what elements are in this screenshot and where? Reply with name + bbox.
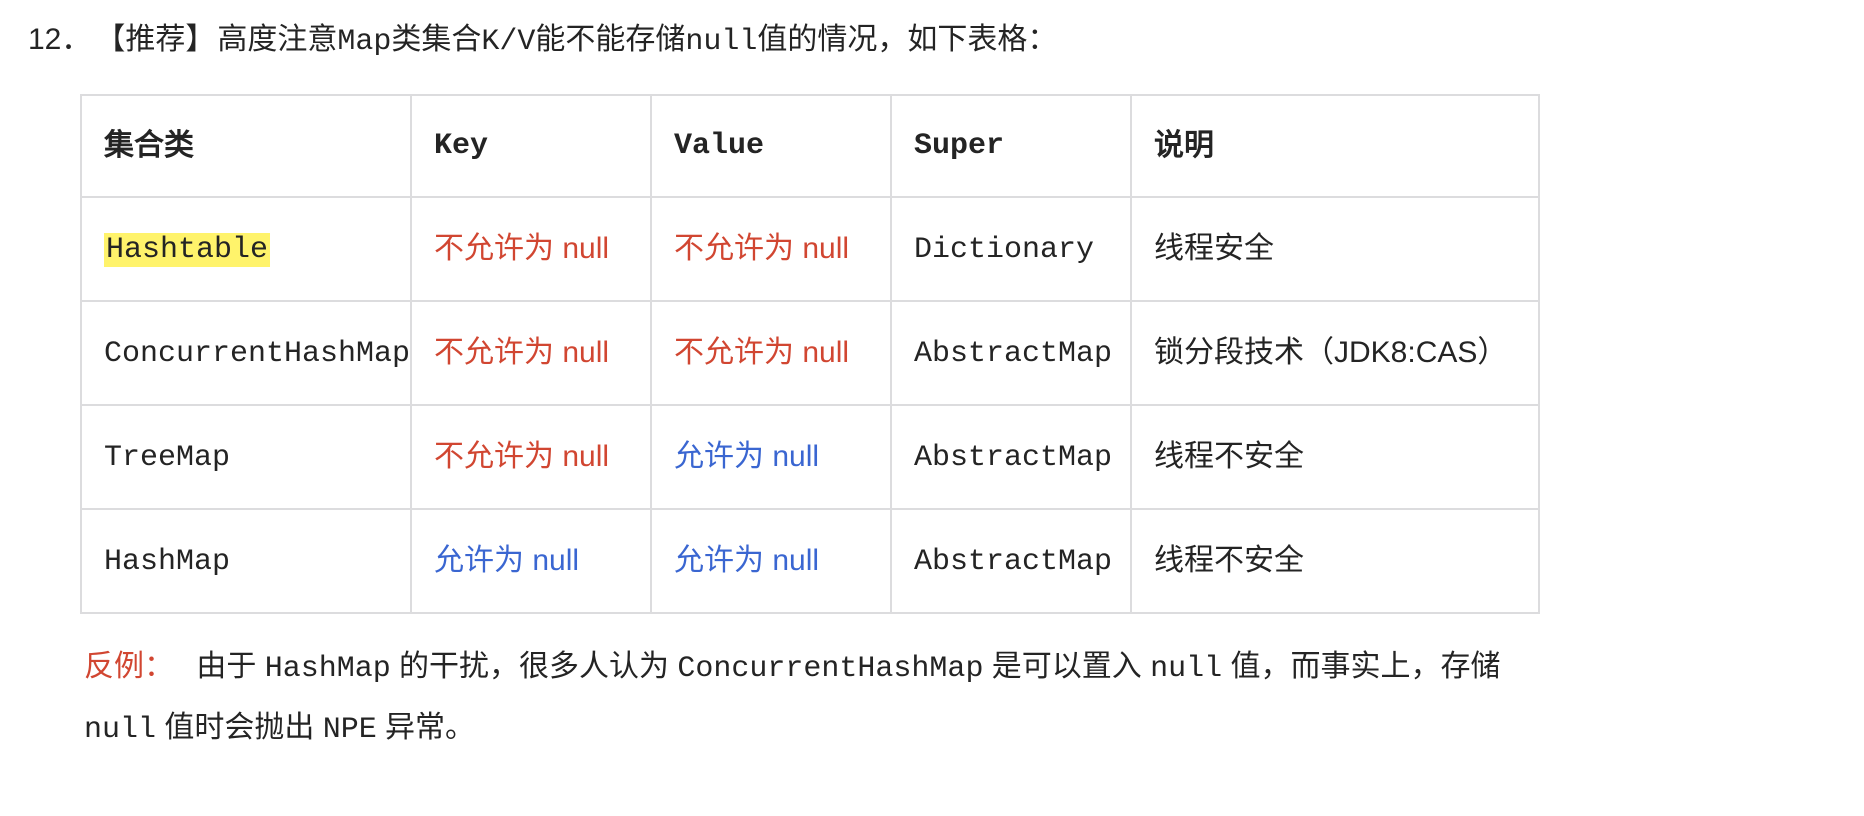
- map-null-table: 集合类 Key Value Super 说明 Hashtable 不允许为 nul…: [80, 94, 1540, 614]
- rule-tag: 【推荐】: [95, 16, 215, 64]
- table-row: Hashtable 不允许为 null 不允许为 null Dictionary 线程安…: [81, 197, 1539, 301]
- table-row: ConcurrentHashMap 不允许为 null 不允许为 null Abstr…: [81, 301, 1539, 405]
- cell-class-value: ConcurrentHashMap: [104, 337, 410, 371]
- cell-class-value: TreeMap: [104, 441, 230, 475]
- footnote-word-null: null: [1150, 652, 1222, 686]
- cell-key-value: 不允许为 null: [434, 336, 609, 369]
- cell-class-value: Hashtable: [104, 233, 270, 267]
- footnote-word-null: null: [84, 713, 156, 747]
- cell-key: 不允许为 null: [411, 197, 651, 301]
- footnote-text: 由于: [196, 650, 264, 683]
- rule-heading: 12． 【推荐】 高度注意 Map 类集合 K/V 能不能存储 null 值的情…: [28, 16, 1840, 66]
- table-row: TreeMap 不允许为 null 允许为 null AbstractMap 线程不安全: [81, 405, 1539, 509]
- col-header-value: Value: [651, 95, 891, 197]
- cell-key: 不允许为 null: [411, 405, 651, 509]
- footnote-word-chm: ConcurrentHashMap: [677, 652, 983, 686]
- footnote-text: 值时会抛出: [156, 711, 323, 744]
- cell-value-value: 不允许为 null: [674, 232, 849, 265]
- cell-super-value: Dictionary: [914, 233, 1094, 267]
- heading-text: 能不能存储: [535, 16, 685, 64]
- col-header-note: 说明: [1131, 95, 1539, 197]
- heading-word-map: Map: [337, 18, 391, 66]
- cell-super-value: AbstractMap: [914, 441, 1112, 475]
- footnote-text: 的干扰，很多人认为: [391, 650, 678, 683]
- cell-class: HashMap: [81, 509, 411, 613]
- footnote-word-npe: NPE: [323, 713, 377, 747]
- cell-note-value: 锁分段技术（JDK8:CAS）: [1154, 336, 1507, 369]
- footnote-lead: 反例：: [84, 650, 174, 683]
- table-header-row: 集合类 Key Value Super 说明: [81, 95, 1539, 197]
- counter-example-note: 反例： 由于 HashMap 的干扰，很多人认为 ConcurrentHashM…: [84, 638, 1514, 759]
- cell-note-value: 线程安全: [1154, 232, 1274, 265]
- cell-note: 线程安全: [1131, 197, 1539, 301]
- col-header-key: Key: [411, 95, 651, 197]
- footnote-text: 是可以置入: [983, 650, 1150, 683]
- cell-value-value: 允许为 null: [674, 440, 819, 473]
- heading-text: 高度注意: [217, 16, 337, 64]
- cell-note: 锁分段技术（JDK8:CAS）: [1131, 301, 1539, 405]
- cell-key: 不允许为 null: [411, 301, 651, 405]
- heading-word-kv: K/V: [481, 18, 535, 66]
- cell-class-value: HashMap: [104, 545, 230, 579]
- cell-key-value: 允许为 null: [434, 544, 579, 577]
- cell-class: Hashtable: [81, 197, 411, 301]
- col-header-class: 集合类: [81, 95, 411, 197]
- footnote-word-hashmap: HashMap: [265, 652, 391, 686]
- cell-super: AbstractMap: [891, 509, 1131, 613]
- cell-super: AbstractMap: [891, 301, 1131, 405]
- cell-key-value: 不允许为 null: [434, 232, 609, 265]
- cell-super-value: AbstractMap: [914, 545, 1112, 579]
- cell-note-value: 线程不安全: [1154, 440, 1304, 473]
- heading-text: 类集合: [391, 16, 481, 64]
- heading-text: 值的情况，如下表格：: [757, 16, 1057, 64]
- cell-value: 不允许为 null: [651, 197, 891, 301]
- cell-value: 允许为 null: [651, 509, 891, 613]
- cell-super: Dictionary: [891, 197, 1131, 301]
- cell-super: AbstractMap: [891, 405, 1131, 509]
- cell-value: 不允许为 null: [651, 301, 891, 405]
- cell-key: 允许为 null: [411, 509, 651, 613]
- cell-value-value: 不允许为 null: [674, 336, 849, 369]
- cell-note: 线程不安全: [1131, 509, 1539, 613]
- cell-value: 允许为 null: [651, 405, 891, 509]
- cell-key-value: 不允许为 null: [434, 440, 609, 473]
- cell-super-value: AbstractMap: [914, 337, 1112, 371]
- cell-value-value: 允许为 null: [674, 544, 819, 577]
- col-header-super: Super: [891, 95, 1131, 197]
- footnote-text: 异常。: [377, 711, 475, 744]
- cell-class: TreeMap: [81, 405, 411, 509]
- cell-note: 线程不安全: [1131, 405, 1539, 509]
- heading-word-null: null: [685, 18, 757, 66]
- map-null-table-container: 集合类 Key Value Super 说明 Hashtable 不允许为 nul…: [80, 94, 1540, 614]
- cell-note-value: 线程不安全: [1154, 544, 1304, 577]
- footnote-text: 值，而事实上，存储: [1222, 650, 1500, 683]
- rule-number: 12．: [28, 16, 91, 64]
- table-row: HashMap 允许为 null 允许为 null AbstractMap 线程不安全: [81, 509, 1539, 613]
- cell-class: ConcurrentHashMap: [81, 301, 411, 405]
